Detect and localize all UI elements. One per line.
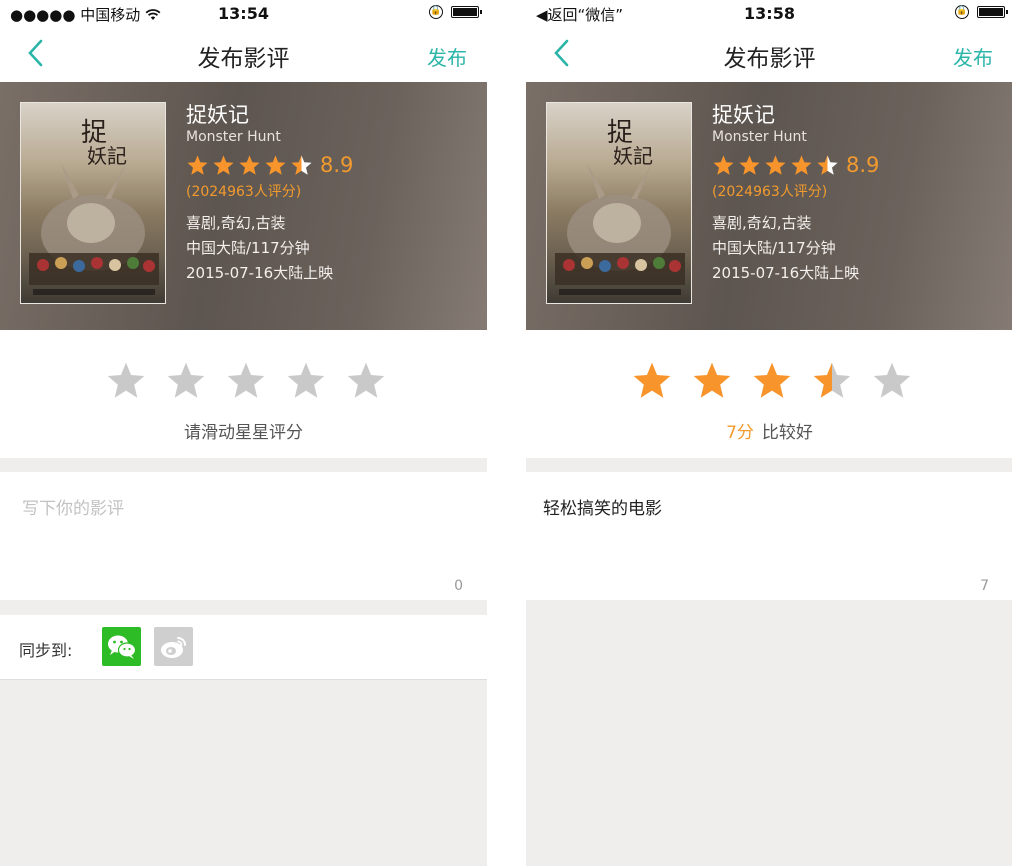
rotation-lock-icon: 🔒 [955,5,969,19]
star-icon [187,155,208,175]
status-time: 13:54 [218,4,269,23]
star-icon [791,155,812,175]
movie-header: 捉 妖記 捉妖记 Monster Hunt 8.9 (2024963人评分) 喜… [526,82,1012,330]
sync-label: 同步到: [19,641,73,660]
svg-text:妖記: 妖記 [87,144,127,168]
star-icon[interactable] [691,360,733,400]
movie-genre: 喜剧,奇幻,古装 [712,214,812,232]
rating-score: 7分 [726,423,754,443]
movie-release-date: 2015-07-16大陆上映 [712,264,860,282]
rating-stars[interactable] [105,360,387,400]
star-icon[interactable] [631,360,673,400]
movie-poster: 捉 妖記 [20,102,166,304]
review-text[interactable]: 轻松搞笑的电影 [543,494,662,519]
svg-text:妖記: 妖記 [613,144,653,168]
movie-rating: 8.9 [186,153,353,177]
movie-subtitle: Monster Hunt [712,129,807,145]
movie-rating: 8.9 [712,153,879,177]
rating-hint: 请滑动星星评分 [184,423,303,443]
char-count: 0 [454,578,463,594]
battery-icon [977,6,1008,18]
movie-release-date: 2015-07-16大陆上映 [186,264,334,282]
wechat-share-button[interactable] [102,627,141,666]
star-icon[interactable] [225,360,267,400]
star-icon[interactable] [285,360,327,400]
nav-bar: 发布影评 发布 [526,26,1012,82]
page-title: 发布影评 [723,46,816,72]
weibo-share-button[interactable] [154,627,193,666]
char-count: 7 [980,578,989,594]
movie-region-duration: 中国大陆/117分钟 [712,239,836,257]
star-icon [765,155,786,175]
star-icon [817,155,838,175]
star-icon [265,155,286,175]
sync-row: 同步到: [0,615,487,680]
phone-screen-left: ●●●●● 中国移动 13:54 🔒 发布影评 发布 捉 妖記 捉妖记 Mons… [0,0,487,866]
movie-header: 捉 妖記 捉妖记 Monster Hunt 8.9 (2024963人评分) 喜… [0,82,487,330]
status-time: 13:58 [744,4,795,23]
rating-hint: 7分 比较好 [526,418,1012,443]
star-icon[interactable] [165,360,207,400]
review-placeholder[interactable]: 写下你的影评 [22,494,124,519]
status-bar: ◀返回“微信” 13:58 🔒 [526,0,1012,26]
review-box[interactable]: 写下你的影评 0 [0,472,487,600]
review-box[interactable]: 轻松搞笑的电影 7 [526,472,1012,600]
rotation-lock-icon: 🔒 [429,5,443,19]
rating-section: 请滑动星星评分 [0,330,487,458]
star-icon[interactable] [811,360,853,400]
star-icon [739,155,760,175]
movie-genre: 喜剧,奇幻,古装 [186,214,286,232]
publish-button[interactable]: 发布 [953,42,993,71]
nav-bar: 发布影评 发布 [0,26,487,82]
rating-section: 7分 比较好 [526,330,1012,458]
publish-button[interactable]: 发布 [427,42,467,71]
movie-score: 8.9 [846,153,880,177]
star-icon [291,155,312,175]
rating-description: 比较好 [761,423,813,443]
star-icon[interactable] [751,360,793,400]
rating-stars[interactable] [631,360,913,400]
rating-count: (2024963人评分) [186,184,302,200]
star-icon[interactable] [345,360,387,400]
movie-title: 捉妖记 [712,103,775,127]
star-icon [239,155,260,175]
page-title: 发布影评 [197,46,290,72]
movie-subtitle: Monster Hunt [186,129,281,145]
star-icon [713,155,734,175]
movie-title: 捉妖记 [186,103,249,127]
star-icon[interactable] [105,360,147,400]
battery-icon [451,6,482,18]
phone-screen-right: ◀返回“微信” 13:58 🔒 发布影评 发布 捉 妖記 捉妖记 Monster… [526,0,1012,866]
star-icon[interactable] [871,360,913,400]
wechat-icon [108,635,137,659]
star-icon [213,155,234,175]
rating-count: (2024963人评分) [712,184,828,200]
movie-score: 8.9 [320,153,354,177]
status-bar: ●●●●● 中国移动 13:54 🔒 [0,0,487,26]
movie-poster: 捉 妖記 [546,102,692,304]
weibo-icon [161,637,186,658]
movie-region-duration: 中国大陆/117分钟 [186,239,310,257]
